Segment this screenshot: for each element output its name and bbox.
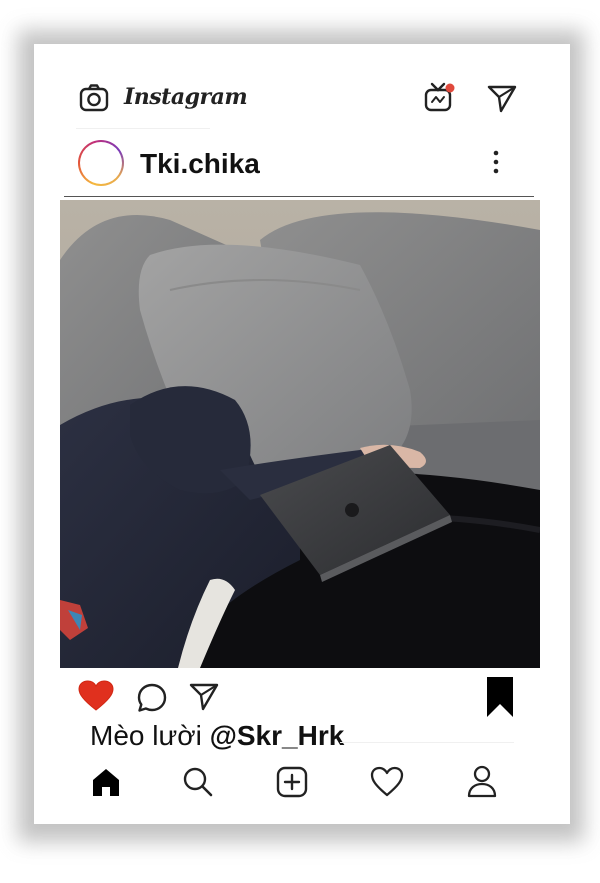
caption-text: Mèo lười bbox=[90, 720, 210, 751]
photo-illustration bbox=[60, 200, 540, 668]
post-photo[interactable] bbox=[60, 200, 540, 668]
instagram-post-card: Instagram Tki.chika Mèo lười @Skr_Hrk bbox=[34, 44, 570, 824]
avatar-image bbox=[80, 142, 122, 184]
avatar[interactable] bbox=[78, 140, 124, 186]
photo-border-line bbox=[64, 196, 534, 197]
activity-icon[interactable] bbox=[370, 766, 404, 798]
post-actions bbox=[78, 676, 518, 720]
comment-icon[interactable] bbox=[136, 682, 168, 714]
post-author-row: Tki.chika bbox=[78, 140, 518, 190]
instagram-wordmark: Instagram bbox=[124, 84, 248, 110]
header-divider bbox=[76, 128, 210, 129]
caption-mention[interactable]: @Skr_Hrk bbox=[210, 720, 345, 751]
send-icon[interactable] bbox=[188, 680, 220, 712]
heart-filled-icon[interactable] bbox=[78, 680, 114, 712]
search-icon[interactable] bbox=[182, 766, 214, 798]
direct-message-icon[interactable] bbox=[486, 82, 518, 114]
more-vertical-icon[interactable] bbox=[490, 148, 502, 178]
new-post-icon[interactable] bbox=[276, 766, 308, 798]
bookmark-filled-icon[interactable] bbox=[486, 676, 514, 718]
home-icon[interactable] bbox=[90, 766, 122, 798]
bottom-navigation bbox=[90, 762, 510, 802]
post-username[interactable]: Tki.chika bbox=[140, 148, 260, 180]
caption-divider bbox=[340, 742, 514, 743]
post-caption: Mèo lười @Skr_Hrk bbox=[90, 720, 344, 752]
app-header: Instagram bbox=[78, 78, 518, 118]
camera-icon[interactable] bbox=[78, 82, 110, 114]
profile-icon[interactable] bbox=[466, 764, 498, 798]
igtv-icon[interactable] bbox=[422, 80, 458, 116]
